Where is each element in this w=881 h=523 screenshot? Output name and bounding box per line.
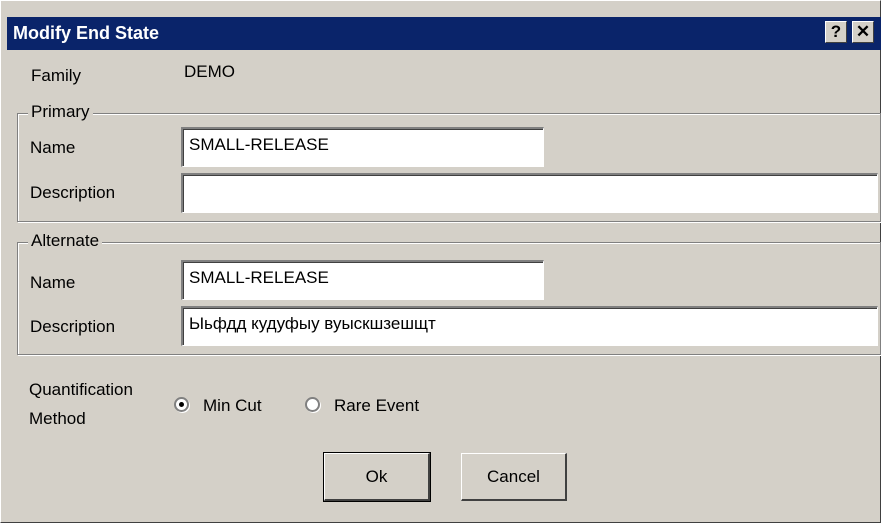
ok-button-label: Ok <box>365 467 388 486</box>
alternate-description-label: Description <box>30 317 116 336</box>
cancel-button[interactable]: Cancel <box>461 453 567 501</box>
primary-name-input[interactable]: SMALL-RELEASE <box>181 127 544 167</box>
family-label: Family <box>31 66 82 85</box>
cancel-button-label: Cancel <box>487 467 540 486</box>
quantification-label-line1: Quantification <box>29 380 133 399</box>
primary-legend: Primary <box>28 102 93 122</box>
min-cut-radio[interactable] <box>174 397 189 412</box>
radio-selected-dot <box>179 402 184 407</box>
alternate-legend: Alternate <box>28 231 103 251</box>
primary-description-label: Description <box>30 183 116 202</box>
family-value: DEMO <box>184 62 235 81</box>
primary-description-input[interactable] <box>181 173 878 213</box>
help-icon: ? <box>830 22 842 41</box>
primary-name-label: Name <box>30 138 76 157</box>
alternate-name-label: Name <box>30 273 76 292</box>
rare-event-radio[interactable] <box>305 397 320 412</box>
modify-end-state-dialog: Modify End State ? ✕ Family DEMO Primary… <box>0 0 881 523</box>
min-cut-label[interactable]: Min Cut <box>203 396 262 416</box>
help-button[interactable]: ? <box>825 21 847 43</box>
rare-event-label[interactable]: Rare Event <box>334 396 419 416</box>
alternate-name-input[interactable]: SMALL-RELEASE <box>181 260 544 300</box>
quantification-label-line2: Method <box>29 409 86 428</box>
close-icon: ✕ <box>855 22 871 41</box>
close-button[interactable]: ✕ <box>852 21 874 43</box>
title-bar[interactable]: Modify End State ? ✕ <box>7 17 881 50</box>
dialog-title: Modify End State <box>13 23 160 43</box>
ok-button[interactable]: Ok <box>323 452 431 502</box>
alternate-description-input[interactable]: Ыьфдд кудуфыу вуыскшзешщт <box>181 306 878 346</box>
